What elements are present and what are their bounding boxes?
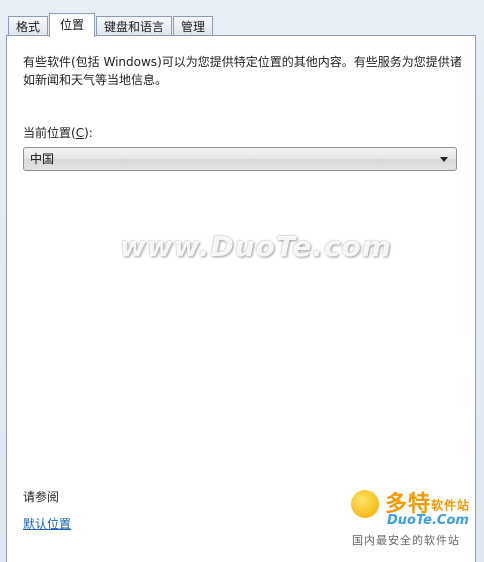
logo-url: DuoTe.Com xyxy=(387,513,469,528)
current-location-accelerator: C xyxy=(75,126,85,140)
current-location-label: 当前位置(C): xyxy=(23,124,93,141)
tab-formats[interactable]: 格式 xyxy=(8,16,49,36)
location-tab-panel: 有些软件(包括 Windows)可以为您提供特定位置的其他内容。有些服务为您提供… xyxy=(6,35,476,562)
duote-watermark: www.DuoTe.com xyxy=(120,230,392,263)
default-location-link[interactable]: 默认位置 xyxy=(23,515,71,532)
location-description: 有些软件(包括 Windows)可以为您提供特定位置的其他内容。有些服务为您提供… xyxy=(23,55,462,87)
duote-logo: 多特软件站 DuoTe.Com 国内最安全的软件站 xyxy=(347,486,481,550)
mascot-icon xyxy=(351,490,379,518)
current-location-value: 中国 xyxy=(30,152,55,166)
chevron-down-icon xyxy=(440,157,448,162)
current-location-dropdown[interactable]: 中国 xyxy=(23,147,457,171)
see-also-heading: 请参阅 xyxy=(23,490,60,504)
region-settings-window: 格式 位置 键盘和语言 管理 有些软件(包括 Windows)可以为您提供特定位… xyxy=(0,0,484,562)
tab-location[interactable]: 位置 xyxy=(49,13,96,37)
current-location-label-prefix: 当前位置( xyxy=(23,126,76,140)
tab-administrative[interactable]: 管理 xyxy=(173,16,214,36)
tab-strip: 格式 位置 键盘和语言 管理 xyxy=(8,12,214,37)
logo-brand-suffix: 软件站 xyxy=(431,498,471,513)
current-location-label-suffix: ): xyxy=(84,126,93,140)
tab-keyboards-languages[interactable]: 键盘和语言 xyxy=(96,16,173,36)
logo-slogan: 国内最安全的软件站 xyxy=(352,534,460,547)
